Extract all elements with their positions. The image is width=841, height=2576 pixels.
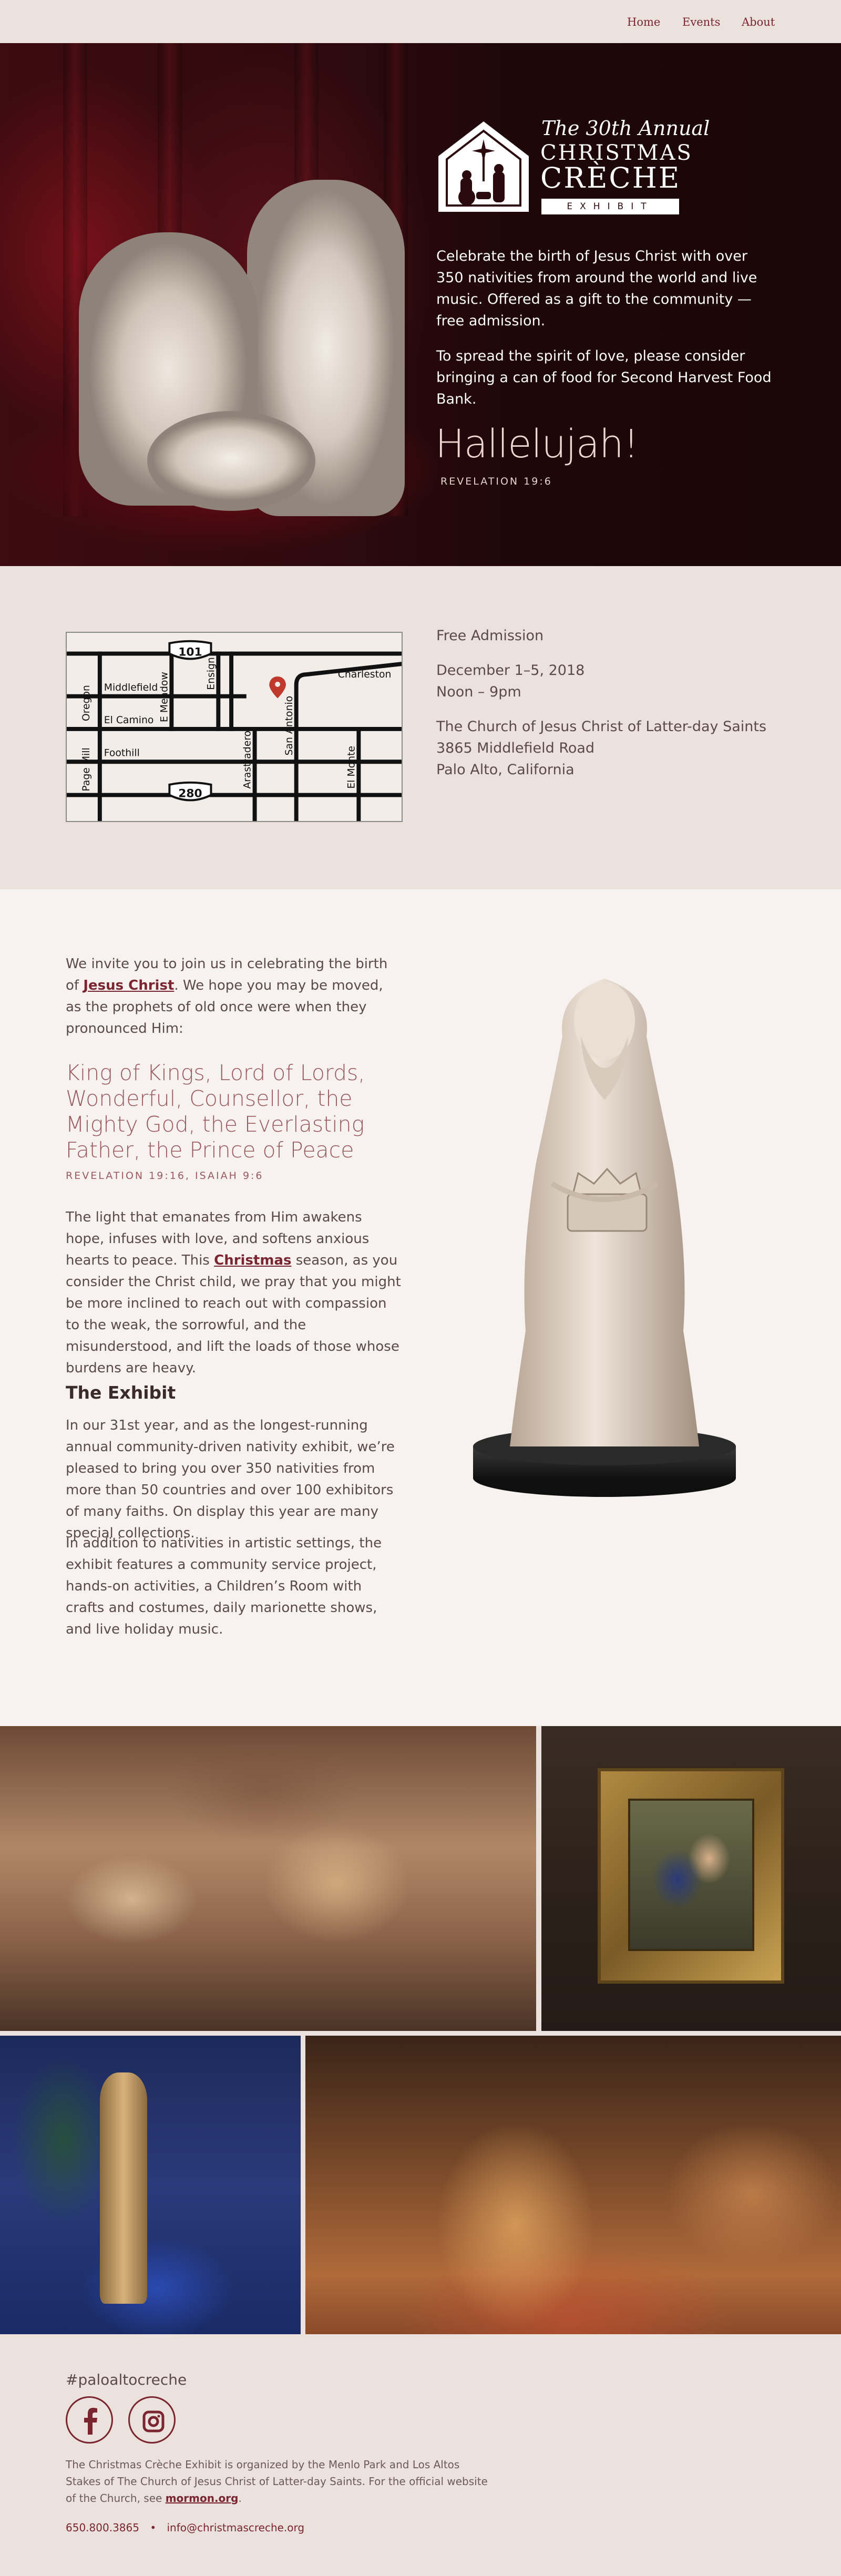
footer-separator: • [150,2521,157,2534]
info-venue: The Church of Jesus Christ of Latter-day… [436,719,767,735]
invitation-section: We invite you to join us in celebrating … [0,889,841,1726]
info-address: 3865 Middlefield Road [436,740,595,756]
instagram-link[interactable] [128,2396,176,2444]
invite-p2-text-end: season, as you consider the Christ child… [66,1253,401,1376]
street-label-oregon: Oregon [81,685,92,721]
footer-note-text: The Christmas Crèche Exhibit is organize… [66,2458,488,2505]
location-map[interactable]: 101 280 Middlefield El Camino Foothill C… [66,632,403,822]
footer-organizer-note: The Christmas Crèche Exhibit is organize… [66,2456,497,2507]
hero-intro: Celebrate the birth of Jesus Christ with… [436,248,757,329]
street-label-ensign: Ensign [206,657,217,690]
site-footer: #paloaltocreche The Christmas Crèche Exh… [0,2334,841,2576]
nativity-logo-icon [438,121,529,212]
exhibit-heading: The Exhibit [66,1382,176,1403]
facebook-icon [84,2408,97,2435]
street-label-middlefield: Middlefield [104,682,158,693]
hero-scripture-reference: REVELATION 19:6 [440,476,552,487]
nav-link-about[interactable]: About [742,16,775,28]
nav-link-home[interactable]: Home [627,16,660,28]
info-hours: Noon – 9pm [436,684,521,700]
logo-exhibit-text: EXHIBIT [541,199,679,214]
hashtag: #paloaltocreche [66,2371,187,2388]
logo-creche-text: CRÈCHE [540,161,681,194]
footer-email[interactable]: info@christmascreche.org [167,2521,304,2534]
christ-child-statue-image [147,411,315,511]
scripture-quote: King of Kings, Lord of Lords, Wonderful,… [66,1060,365,1163]
hwy-280-label: 280 [178,787,202,800]
footer-note-end: . [238,2492,242,2505]
street-label-e-meadow: E Meadow [159,672,170,722]
facebook-link[interactable] [66,2396,113,2444]
street-label-foothill: Foothill [104,747,140,758]
top-nav: Home Events About [0,0,841,43]
footer-contact: 650.800.3865 • info@christmascreche.org [66,2521,312,2534]
street-label-el-camino: El Camino [104,715,154,726]
street-label-el-monte: El Monte [346,746,357,789]
madonna-painting-image [628,1799,754,1951]
map-pin-icon [269,676,286,699]
event-info-section: 101 280 Middlefield El Camino Foothill C… [0,566,841,889]
gilded-statue-image [100,2072,147,2304]
exhibit-paragraph-2: In addition to nativities in artistic se… [66,1535,382,1637]
street-label-page-mill: Page Mill [81,747,92,791]
jesus-christ-link[interactable]: Jesus Christ [83,978,174,993]
info-dates: December 1–5, 2018 [436,662,585,679]
street-label-arastradero: Arastradero [242,731,253,789]
street-label-san-antonio: San Antonio [284,696,295,756]
gallery-photo-market-display [0,1726,536,2031]
wise-man-statue-image [473,979,736,1497]
christmas-link[interactable]: Christmas [214,1253,291,1268]
gallery-photo-framed-painting [541,1726,841,2031]
logo-annual-text: The 30th Annual [541,117,710,140]
nav-link-events[interactable]: Events [682,16,720,28]
info-admission: Free Admission [436,628,544,644]
gallery-photo-straw-figures [305,2036,841,2334]
mormon-org-link[interactable]: mormon.org [166,2492,239,2505]
info-city: Palo Alto, California [436,762,575,778]
footer-phone[interactable]: 650.800.3865 [66,2521,139,2534]
painting-frame [598,1768,784,1984]
instagram-icon [142,2410,165,2433]
hero-hallelujah: Hallelujah! [435,422,639,467]
scripture-quote-reference: REVELATION 19:16, ISAIAH 9:6 [66,1170,264,1182]
invite-paragraph-2: The light that emanates from Him awakens… [66,1207,402,1379]
invite-paragraph-1: We invite you to join us in celebrating … [66,953,402,1040]
street-label-charleston: Charleston [338,669,392,680]
hero-section: The 30th Annual CHRISTMAS CRÈCHE EXHIBIT… [0,43,841,566]
hwy-101-label: 101 [178,646,202,659]
hero-food-drive: To spread the spirit of love, please con… [436,348,772,407]
exhibit-paragraph-1: In our 31st year, and as the longest-run… [66,1418,395,1541]
gallery-photo-blue-nativity [0,2036,301,2334]
